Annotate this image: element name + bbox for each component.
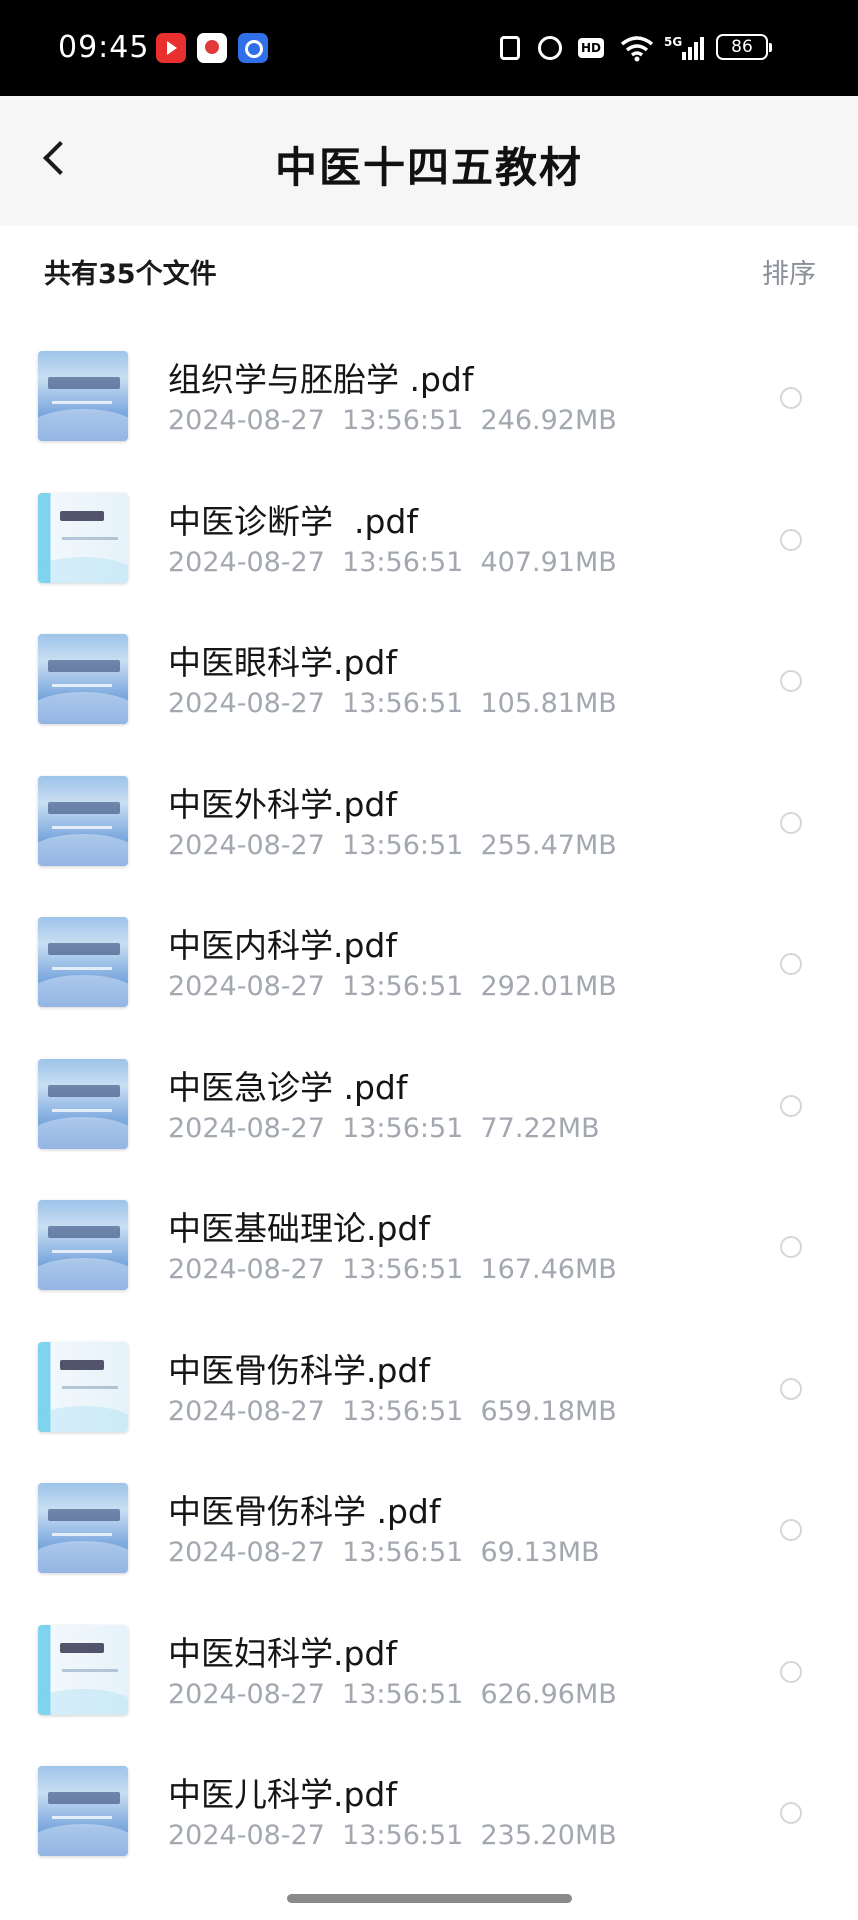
file-name: 中医内科学.pdf bbox=[168, 926, 398, 965]
pdf-cover-thumbnail bbox=[38, 917, 128, 1007]
nav-header: 中医十四五教材 bbox=[0, 96, 858, 226]
select-radio[interactable] bbox=[780, 1236, 802, 1258]
file-item[interactable]: 中医骨伤科学 .pdf 2024-08-27 13:56:51 69.13MB bbox=[0, 1457, 858, 1599]
select-radio[interactable] bbox=[780, 1802, 802, 1824]
nfc-icon bbox=[500, 36, 520, 60]
select-radio[interactable] bbox=[780, 387, 802, 409]
file-meta: 2024-08-27 13:56:51 77.22MB bbox=[168, 1112, 600, 1144]
file-name: 中医妇科学.pdf bbox=[168, 1633, 398, 1673]
pdf-cover-thumbnail bbox=[38, 634, 128, 724]
file-item[interactable]: 中医诊断学 .pdf 2024-08-27 13:56:51 407.91MB bbox=[0, 467, 858, 609]
summary-row: 共有35个文件 排序 bbox=[0, 226, 858, 316]
file-name: 中医诊断学 .pdf bbox=[168, 501, 418, 541]
pdf-cover-thumbnail bbox=[38, 1200, 128, 1290]
pdf-cover-thumbnail bbox=[38, 1483, 128, 1573]
file-meta: 2024-08-27 13:56:51 69.13MB bbox=[168, 1537, 600, 1568]
pdf-cover-thumbnail bbox=[38, 775, 128, 866]
wifi-icon bbox=[620, 36, 654, 62]
file-name: 中医骨伤科学.pdf bbox=[168, 1350, 431, 1390]
hd-icon: HD bbox=[578, 38, 604, 58]
file-name: 中医基础理论.pdf bbox=[168, 1209, 431, 1248]
pdf-cover-thumbnail bbox=[38, 1766, 128, 1856]
file-name: 中医急诊学 .pdf bbox=[168, 1067, 408, 1107]
file-meta: 2024-08-27 13:56:51 235.20MB bbox=[168, 1820, 617, 1851]
file-item[interactable]: 中医基础理论.pdf 2024-08-27 13:56:51 167.46MB bbox=[0, 1174, 858, 1316]
pdf-cover-thumbnail bbox=[38, 1058, 128, 1149]
file-meta: 2024-08-27 13:56:51 167.46MB bbox=[168, 1254, 617, 1285]
svg-text:5G: 5G bbox=[664, 35, 682, 49]
select-radio[interactable] bbox=[780, 1660, 802, 1683]
video-app-icon bbox=[156, 33, 186, 63]
file-item[interactable]: 中医妇科学.pdf 2024-08-27 13:56:51 626.96MB bbox=[0, 1599, 858, 1741]
pdf-cover-thumbnail bbox=[38, 1624, 128, 1715]
select-radio[interactable] bbox=[780, 1094, 802, 1117]
select-radio[interactable] bbox=[780, 811, 802, 834]
status-time: 09:45 bbox=[58, 30, 150, 65]
file-name: 中医骨伤科学 .pdf bbox=[168, 1492, 441, 1531]
alarm-icon bbox=[538, 36, 562, 60]
page-title: 中医十四五教材 bbox=[274, 143, 583, 192]
file-list: 组织学与胚胎学 .pdf 2024-08-27 13:56:51 246.92M… bbox=[0, 325, 858, 1882]
file-item[interactable]: 中医急诊学 .pdf 2024-08-27 13:56:51 77.22MB bbox=[0, 1033, 858, 1175]
select-radio[interactable] bbox=[780, 953, 802, 975]
pdf-cover-thumbnail bbox=[38, 351, 128, 441]
red-app-icon bbox=[197, 33, 227, 63]
pdf-cover-thumbnail bbox=[38, 492, 128, 583]
file-name: 中医外科学.pdf bbox=[168, 784, 398, 824]
file-name: 中医眼科学.pdf bbox=[168, 643, 398, 682]
select-radio[interactable] bbox=[780, 1519, 802, 1541]
file-meta: 2024-08-27 13:56:51 255.47MB bbox=[168, 829, 617, 861]
file-meta: 2024-08-27 13:56:51 407.91MB bbox=[168, 546, 617, 578]
sort-button[interactable]: 排序 bbox=[762, 252, 816, 291]
pdf-cover-thumbnail bbox=[38, 1341, 128, 1432]
file-list-screen: 09:45 HD 5G 86 中医十四五教材 共有35个文件 排序 组织学与胚胎… bbox=[0, 0, 858, 1920]
status-bar: 09:45 HD 5G 86 bbox=[0, 0, 858, 96]
file-meta: 2024-08-27 13:56:51 626.96MB bbox=[168, 1678, 617, 1710]
file-meta: 2024-08-27 13:56:51 292.01MB bbox=[168, 971, 617, 1002]
file-count-label: 共有35个文件 bbox=[44, 259, 217, 290]
file-item[interactable]: 中医骨伤科学.pdf 2024-08-27 13:56:51 659.18MB bbox=[0, 1316, 858, 1458]
browser-app-icon bbox=[238, 33, 268, 63]
file-item[interactable]: 中医内科学.pdf 2024-08-27 13:56:51 292.01MB bbox=[0, 891, 858, 1033]
battery-icon: 86 bbox=[716, 34, 772, 60]
select-radio[interactable] bbox=[780, 528, 802, 551]
5g-signal-icon: 5G bbox=[664, 35, 704, 60]
select-radio[interactable] bbox=[780, 1377, 802, 1400]
file-meta: 2024-08-27 13:56:51 105.81MB bbox=[168, 688, 617, 719]
select-radio[interactable] bbox=[780, 670, 802, 692]
file-name: 中医儿科学.pdf bbox=[168, 1775, 398, 1814]
file-item[interactable]: 中医眼科学.pdf 2024-08-27 13:56:51 105.81MB bbox=[0, 608, 858, 750]
file-meta: 2024-08-27 13:56:51 246.92MB bbox=[168, 405, 617, 436]
file-item[interactable]: 中医儿科学.pdf 2024-08-27 13:56:51 235.20MB bbox=[0, 1740, 858, 1882]
home-indicator[interactable] bbox=[287, 1894, 572, 1903]
file-item[interactable]: 组织学与胚胎学 .pdf 2024-08-27 13:56:51 246.92M… bbox=[0, 325, 858, 467]
file-item[interactable]: 中医外科学.pdf 2024-08-27 13:56:51 255.47MB bbox=[0, 750, 858, 892]
file-meta: 2024-08-27 13:56:51 659.18MB bbox=[168, 1395, 617, 1427]
file-name: 组织学与胚胎学 .pdf bbox=[168, 360, 474, 399]
